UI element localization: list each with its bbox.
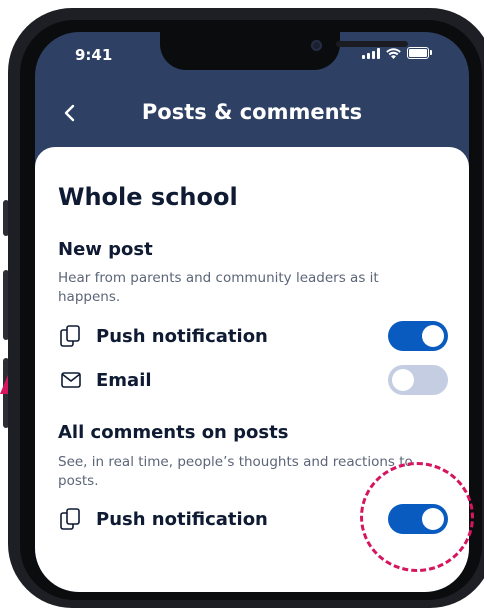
page-title: Posts & comments	[141, 100, 363, 124]
push-notification-toggle[interactable]	[388, 321, 448, 351]
email-toggle[interactable]	[388, 365, 448, 395]
push-notification-icon	[58, 323, 84, 349]
wifi-icon	[386, 48, 401, 59]
setting-label: Email	[96, 369, 152, 391]
cellular-signal-icon	[362, 48, 380, 59]
camera	[311, 40, 322, 51]
notch	[160, 32, 408, 70]
mail-icon	[58, 367, 84, 393]
setting-row-new-post-email: Email	[58, 363, 448, 397]
setting-label: Push notification	[96, 508, 268, 530]
group-description-new-post: Hear from parents and community leaders …	[58, 270, 379, 305]
setting-label: Push notification	[96, 325, 268, 347]
push-notification-icon	[58, 506, 84, 532]
highlight-circle	[360, 462, 474, 572]
group-title-all-comments: All comments on posts	[58, 422, 289, 443]
section-title: Whole school	[58, 183, 238, 211]
status-icons	[362, 47, 432, 59]
header: Posts & comments	[35, 96, 469, 136]
battery-icon	[407, 47, 432, 59]
setting-row-new-post-push: Push notification	[58, 319, 448, 353]
status-time: 9:41	[75, 46, 113, 64]
group-title-new-post: New post	[58, 239, 153, 260]
